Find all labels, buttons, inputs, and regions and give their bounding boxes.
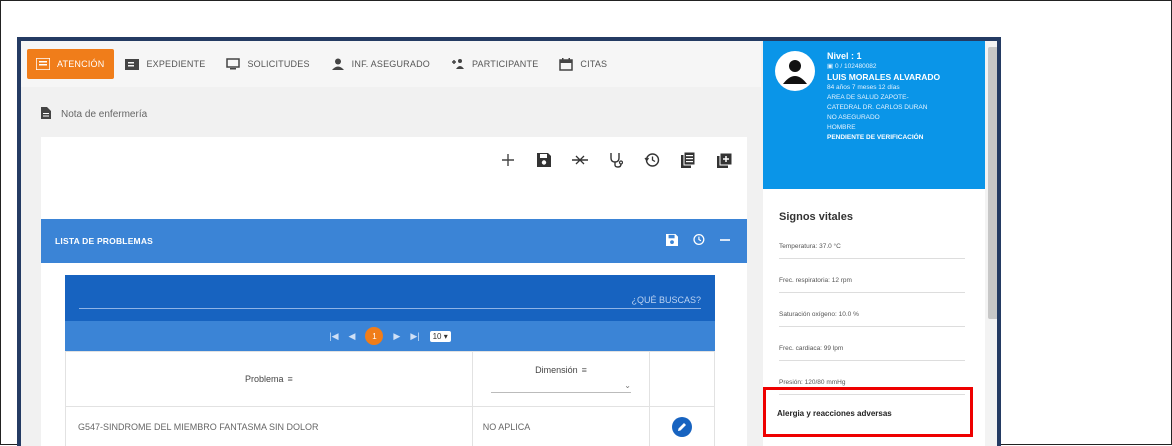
problems-title: LISTA DE PROBLEMAS xyxy=(55,236,154,246)
breadcrumb-label: Nota de enfermería xyxy=(61,109,148,120)
table-row: G547-SINDROME DEL MIEMBRO FANTASMA SIN D… xyxy=(65,407,715,446)
problems-header: LISTA DE PROBLEMAS xyxy=(41,219,747,263)
column-label: Problema xyxy=(244,374,284,384)
patient-area-detail: CATEDRAL DR. CARLOS DURAN xyxy=(827,104,928,111)
prev-page-icon[interactable]: ◀ xyxy=(349,331,356,342)
app-window: ATENCIÓN EXPEDIENTE SOLICITUDES INF. ASE… xyxy=(17,37,1001,446)
calendar-icon xyxy=(558,57,574,71)
tab-label: PARTICIPANTE xyxy=(472,59,539,69)
tab-atencion[interactable]: ATENCIÓN xyxy=(27,49,115,79)
last-page-icon[interactable]: ▶| xyxy=(410,331,419,342)
sidebar-scrollbar[interactable] xyxy=(985,41,997,446)
top-navigation: ATENCIÓN EXPEDIENTE SOLICITUDES INF. ASE… xyxy=(21,41,761,87)
dimension-filter-select[interactable]: ⌄ xyxy=(490,381,631,393)
chevron-down-icon: ⌄ xyxy=(624,381,631,390)
vitals-title: Signos vitales xyxy=(779,211,853,223)
patient-id: 0 / 102480082 xyxy=(834,63,877,70)
card-toolbar xyxy=(499,151,733,169)
paginator: |◀ ◀ 1 ▶ ▶| 10 ▾ xyxy=(65,321,715,351)
add-icon[interactable] xyxy=(499,151,517,169)
tab-label: CITAS xyxy=(580,59,608,69)
main-card: LISTA DE PROBLEMAS ¿QUÉ BUSCAS? |◀ ◀ 1 ▶… xyxy=(41,137,747,446)
tab-inf-asegurado[interactable]: INF. ASEGURADO xyxy=(320,41,440,87)
page-size-select[interactable]: 10 ▾ xyxy=(429,330,451,342)
attention-icon xyxy=(35,57,51,71)
document-icon xyxy=(41,107,51,122)
vital-respiratory-rate: Frec. respiratoria: 12 rpm xyxy=(779,277,965,293)
patient-id-row: ▣ 0 / 102480082 xyxy=(827,62,940,72)
folder-icon xyxy=(124,57,140,71)
tab-label: ATENCIÓN xyxy=(57,59,105,69)
filter-icon[interactable]: ≡ xyxy=(288,374,293,384)
tab-citas[interactable]: CITAS xyxy=(548,41,617,87)
tab-expediente[interactable]: EXPEDIENTE xyxy=(114,41,215,87)
patient-status: PENDIENTE DE VERIFICACIÓN xyxy=(827,134,924,141)
patient-insured: NO ASEGURADO xyxy=(827,114,880,121)
page-size-value: 10 xyxy=(432,331,442,341)
user-icon xyxy=(783,60,807,84)
cell-dimension: NO APLICA xyxy=(473,407,651,446)
sign-icon[interactable] xyxy=(571,151,589,169)
tab-solicitudes[interactable]: SOLICITUDES xyxy=(215,41,319,87)
tab-label: EXPEDIENTE xyxy=(146,59,206,69)
breadcrumb: Nota de enfermería xyxy=(41,107,147,122)
scrollbar-thumb[interactable] xyxy=(988,47,997,319)
column-label: Dimensión xyxy=(535,365,578,375)
patient-info: Nivel : 1 ▣ 0 / 102480082 LUIS MORALES A… xyxy=(827,51,940,143)
screenshot-frame: ATENCIÓN EXPEDIENTE SOLICITUDES INF. ASE… xyxy=(0,0,1172,446)
column-header-dimension[interactable]: Dimensión ≡ ⌄ xyxy=(473,352,651,406)
add-group-icon xyxy=(450,57,466,71)
filter-icon[interactable]: ≡ xyxy=(582,365,587,375)
first-page-icon[interactable]: |◀ xyxy=(329,331,338,342)
history-icon[interactable] xyxy=(692,233,705,248)
column-header-problem[interactable]: Problema ≡ xyxy=(66,352,473,406)
page-button-current[interactable]: 1 xyxy=(365,327,384,345)
search-underline xyxy=(79,308,701,309)
table-header: Problema ≡ Dimensión ≡ ⌄ xyxy=(65,351,715,407)
copy-document-icon[interactable] xyxy=(679,151,697,169)
search-bar[interactable]: ¿QUÉ BUSCAS? xyxy=(65,275,715,321)
save-icon[interactable] xyxy=(666,233,678,248)
cell-actions xyxy=(650,407,714,446)
id-card-icon: ▣ xyxy=(827,63,834,70)
patient-age: 84 años 7 meses 12 días xyxy=(827,84,900,91)
column-header-actions xyxy=(650,352,714,406)
patient-sidebar: Nivel : 1 ▣ 0 / 102480082 LUIS MORALES A… xyxy=(763,41,985,446)
person-icon xyxy=(330,57,346,71)
tab-label: INF. ASEGURADO xyxy=(351,59,430,69)
allergy-section-highlight[interactable]: Alergia y reacciones adversas xyxy=(763,387,973,437)
patient-name: LUIS MORALES ALVARADO xyxy=(827,72,941,82)
search-input[interactable]: ¿QUÉ BUSCAS? xyxy=(631,295,701,305)
pencil-icon xyxy=(678,422,687,431)
save-icon[interactable] xyxy=(535,151,553,169)
allergy-title: Alergia y reacciones adversas xyxy=(777,409,892,418)
add-copy-icon[interactable] xyxy=(715,151,733,169)
cell-problem: G547-SINDROME DEL MIEMBRO FANTASMA SIN D… xyxy=(66,407,473,446)
vital-oxygen-saturation: Saturación oxígeno: 10.0 % xyxy=(779,311,965,327)
patient-sex: HOMBRE xyxy=(827,124,856,131)
patient-card: Nivel : 1 ▣ 0 / 102480082 LUIS MORALES A… xyxy=(763,41,985,189)
edit-button[interactable] xyxy=(672,416,693,437)
monitor-icon xyxy=(225,57,241,71)
vital-temperature: Temperatura: 37.0 °C xyxy=(779,243,965,259)
collapse-icon[interactable] xyxy=(719,234,731,248)
tab-label: SOLICITUDES xyxy=(247,59,310,69)
next-page-icon[interactable]: ▶ xyxy=(393,331,400,342)
problems-actions xyxy=(666,233,731,248)
patient-level: Nivel : 1 xyxy=(827,51,862,61)
stethoscope-icon[interactable] xyxy=(607,151,625,169)
patient-area: AREA DE SALUD ZAPOTE- xyxy=(827,94,909,101)
tab-participante[interactable]: PARTICIPANTE xyxy=(440,41,548,87)
history-icon[interactable] xyxy=(643,151,661,169)
avatar xyxy=(775,51,815,91)
vital-heart-rate: Frec. cardiaca: 99 lpm xyxy=(779,345,965,361)
